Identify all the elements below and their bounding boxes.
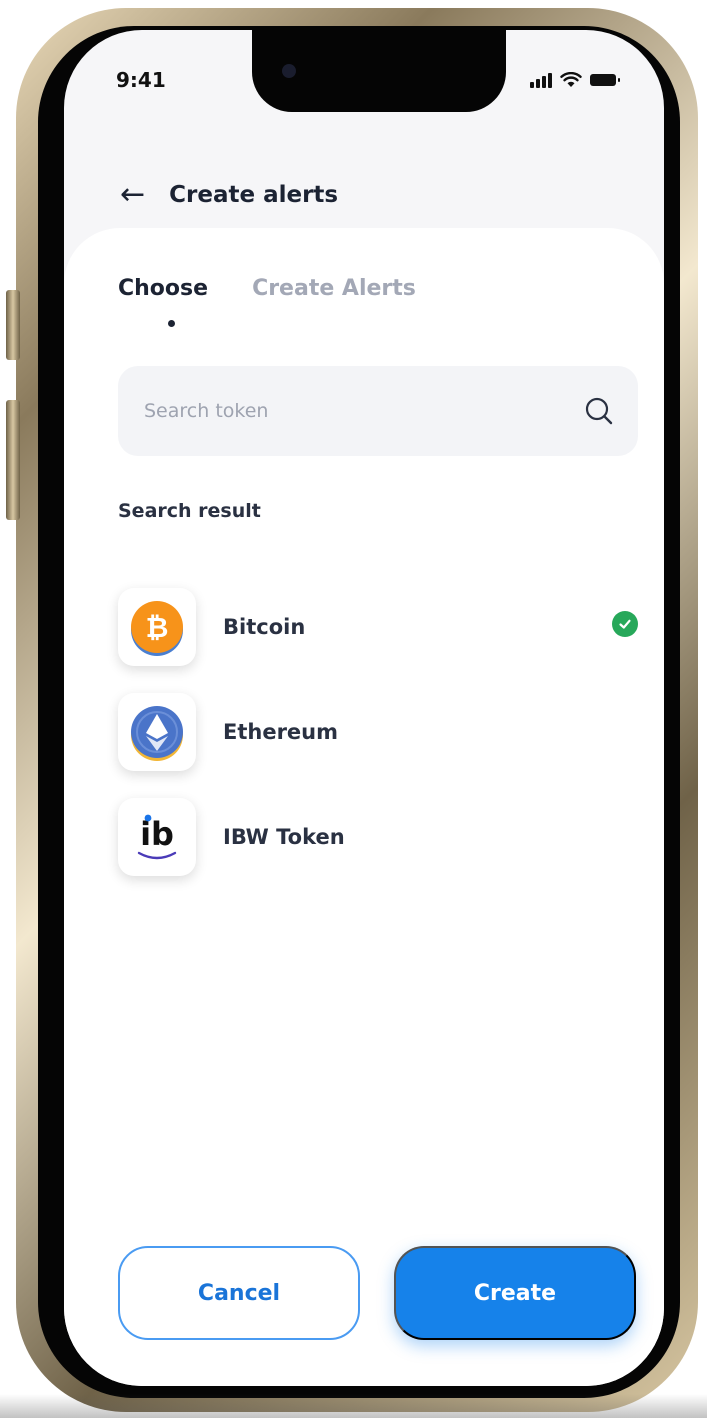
create-button[interactable]: Create [394,1246,636,1340]
search-result-heading: Search result [118,500,261,522]
wifi-icon [560,72,582,87]
ibw-token-glyph: ib [140,815,174,853]
cancel-button[interactable]: Cancel [118,1246,360,1340]
tab-choose[interactable]: Choose [118,276,208,301]
status-time: 9:41 [116,68,166,92]
token-name: IBW Token [223,824,345,849]
selected-check-icon [612,611,638,637]
active-tab-indicator [168,320,175,327]
battery-icon [590,74,620,86]
bitcoin-glyph: ₿ [146,611,169,644]
app-screen: 9:41 ← Create alerts Choose Create Alert… [64,30,664,1386]
bitcoin-icon: ₿ [118,587,196,666]
token-name: Bitcoin [223,614,306,639]
search-icon[interactable] [584,396,614,426]
search-input[interactable] [144,400,544,422]
phone-side-button [6,290,20,360]
camera-icon [282,64,296,78]
ibw-token-icon: ib [118,797,196,876]
back-arrow-icon[interactable]: ← [120,180,145,210]
list-item[interactable]: ib IBW Token [118,784,638,889]
phone-side-button [6,400,20,520]
token-list: ₿ Bitcoin Ethereum ib IBW Token [118,574,638,889]
list-item[interactable]: ₿ Bitcoin [118,574,638,679]
status-icons [530,72,620,88]
notch [252,30,506,112]
content-card: Choose Create Alerts Search result ₿ [64,228,664,1386]
ethereum-icon [118,692,196,771]
list-item[interactable]: Ethereum [118,679,638,784]
search-box [118,366,638,456]
page-title: Create alerts [169,182,339,208]
app-header: ← Create alerts [120,180,338,210]
signal-icon [530,72,552,88]
tab-create-alerts[interactable]: Create Alerts [252,276,416,301]
token-name: Ethereum [223,719,339,744]
bottom-shadow [0,1394,707,1418]
tab-bar: Choose Create Alerts [118,276,416,301]
